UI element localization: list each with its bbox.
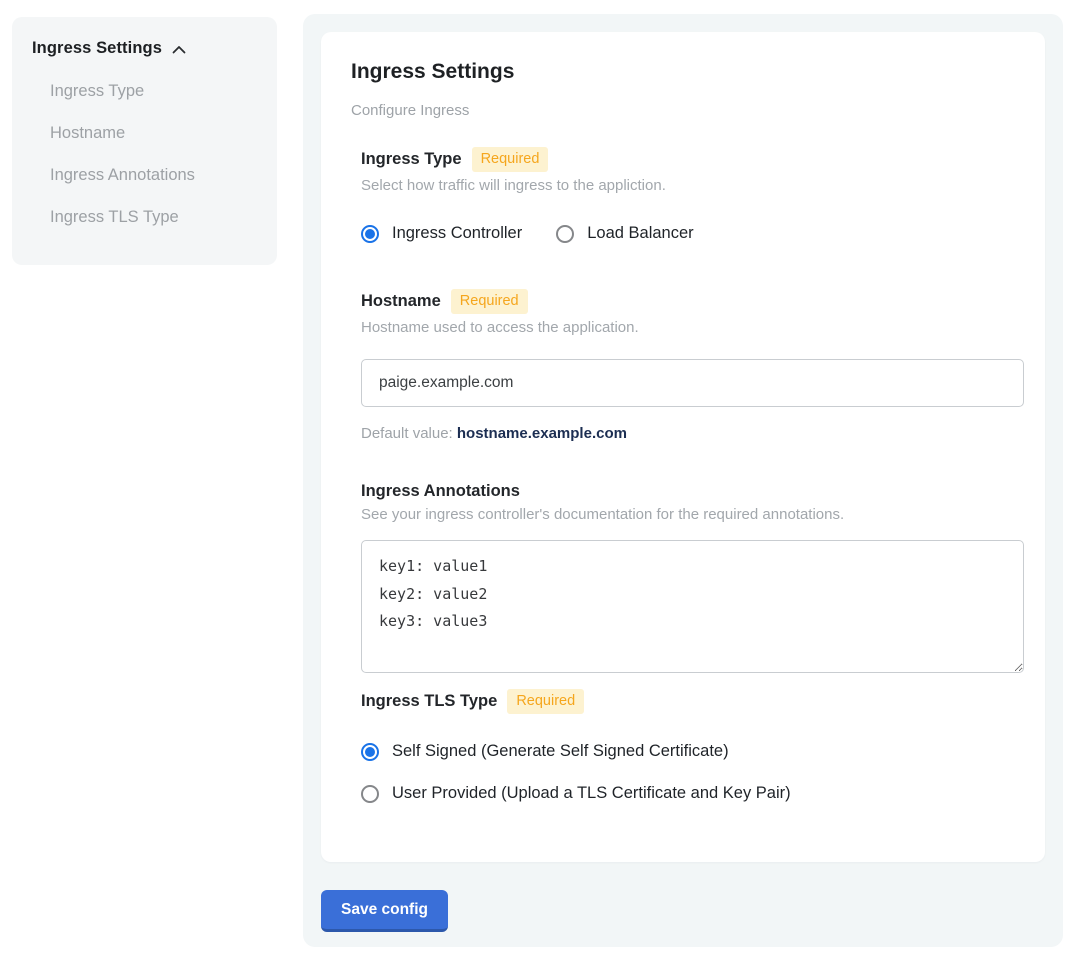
hostname-default-value: hostname.example.com — [457, 425, 627, 442]
hostname-input[interactable] — [361, 359, 1024, 407]
page-subtitle: Configure Ingress — [351, 102, 1015, 119]
ingress-tls-type-label: Ingress TLS Type — [361, 692, 497, 711]
save-config-button[interactable]: Save config — [321, 890, 448, 932]
settings-sidebar: Ingress Settings Ingress Type Hostname I… — [12, 17, 277, 265]
page-title: Ingress Settings — [351, 60, 1015, 84]
ingress-settings-card: Ingress Settings Configure Ingress Ingre… — [321, 32, 1045, 862]
sidebar-item-hostname[interactable]: Hostname — [50, 122, 257, 144]
chevron-up-icon — [171, 42, 187, 58]
hostname-label: Hostname — [361, 292, 441, 311]
radio-button-icon[interactable] — [556, 225, 574, 243]
sidebar-section-title: Ingress Settings — [32, 39, 162, 58]
field-group-ingress-type: Ingress Type Required Select how traffic… — [361, 147, 1015, 245]
field-group-ingress-tls-type: Ingress TLS Type Required Self Signed (G… — [361, 689, 1015, 805]
required-badge: Required — [507, 689, 584, 714]
sidebar-item-list: Ingress Type Hostname Ingress Annotation… — [32, 80, 257, 228]
radio-label: User Provided (Upload a TLS Certificate … — [392, 782, 791, 805]
ingress-type-label: Ingress Type — [361, 150, 462, 169]
sidebar-item-ingress-type[interactable]: Ingress Type — [50, 80, 257, 102]
radio-self-signed[interactable]: Self Signed (Generate Self Signed Certif… — [361, 740, 1015, 763]
hostname-help: Hostname used to access the application. — [361, 319, 1015, 336]
radio-user-provided[interactable]: User Provided (Upload a TLS Certificate … — [361, 782, 1015, 805]
ingress-settings-panel: Ingress Settings Configure Ingress Ingre… — [303, 14, 1063, 947]
ingress-type-help: Select how traffic will ingress to the a… — [361, 177, 1015, 194]
radio-label: Load Balancer — [587, 222, 693, 245]
sidebar-item-ingress-annotations[interactable]: Ingress Annotations — [50, 164, 257, 186]
required-badge: Required — [451, 289, 528, 314]
field-group-hostname: Hostname Required Hostname used to acces… — [361, 289, 1015, 442]
radio-button-icon[interactable] — [361, 785, 379, 803]
radio-ingress-controller[interactable]: Ingress Controller — [361, 222, 522, 245]
radio-load-balancer[interactable]: Load Balancer — [556, 222, 693, 245]
field-group-ingress-annotations: Ingress Annotations See your ingress con… — [361, 482, 1015, 673]
ingress-annotations-help: See your ingress controller's documentat… — [361, 506, 1015, 523]
ingress-annotations-label: Ingress Annotations — [361, 482, 520, 501]
required-badge: Required — [472, 147, 549, 172]
radio-label: Ingress Controller — [392, 222, 522, 245]
ingress-tls-type-radio-group: Self Signed (Generate Self Signed Certif… — [361, 740, 1015, 805]
radio-button-icon[interactable] — [361, 225, 379, 243]
radio-label: Self Signed (Generate Self Signed Certif… — [392, 740, 729, 763]
hostname-default-prefix: Default value: — [361, 425, 457, 442]
sidebar-section-ingress-settings[interactable]: Ingress Settings — [32, 39, 257, 58]
ingress-annotations-textarea[interactable]: key1: value1 key2: value2 key3: value3 — [361, 540, 1024, 673]
hostname-default-line: Default value: hostname.example.com — [361, 425, 1015, 442]
sidebar-item-ingress-tls-type[interactable]: Ingress TLS Type — [50, 206, 257, 228]
radio-button-icon[interactable] — [361, 743, 379, 761]
ingress-type-radio-group: Ingress Controller Load Balancer — [361, 222, 1015, 245]
